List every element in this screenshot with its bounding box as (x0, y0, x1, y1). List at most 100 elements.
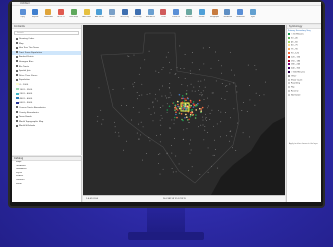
ribbon-button[interactable]: Download Map (236, 9, 245, 18)
ribbon-button[interactable]: Attributes (146, 9, 155, 18)
ribbon-button[interactable]: Basemap (69, 9, 78, 18)
map-point (191, 90, 193, 92)
map-point (193, 103, 195, 105)
map-canvas[interactable] (83, 25, 285, 195)
map-point (148, 108, 150, 110)
map-point (208, 47, 210, 48)
map-point (242, 132, 244, 134)
layer-checkbox[interactable] (16, 111, 18, 113)
layer-item[interactable]: World Hillshade (12, 124, 81, 129)
coordinate-icon (224, 9, 231, 15)
contents-title: Contents (12, 25, 81, 29)
layer-checkbox[interactable] (16, 42, 18, 45)
catalog-item[interactable]: Portal (12, 183, 81, 187)
ribbon-button-label: Add Preset (94, 16, 104, 18)
map-point (149, 140, 151, 142)
ribbon-button-label: Basemap (69, 16, 78, 18)
ribbon-button[interactable]: Locate (197, 9, 206, 18)
map-point (100, 109, 102, 111)
layer-checkbox[interactable] (16, 124, 18, 127)
map-point (101, 123, 103, 125)
map-point (203, 139, 205, 141)
select-location-icon (134, 9, 141, 15)
map-point (209, 113, 211, 115)
ribbon-button[interactable]: Select (108, 9, 117, 18)
coordinate-readout: 96.2381°W 29.5723°N (163, 198, 186, 200)
ribbon-button[interactable]: Bookmarks (44, 9, 53, 18)
symbology-class-row[interactable]: Normalize (287, 93, 321, 98)
map-point (138, 111, 140, 113)
ribbon-button[interactable]: Measure (184, 9, 193, 18)
ribbon-toolbar: Copy Explore BookmarksGo To XY Basemap Add D… (12, 6, 321, 24)
map-point (158, 72, 160, 73)
layer-checkbox[interactable] (16, 69, 18, 72)
symbology-class-label: > 300 Minutes (291, 71, 305, 74)
map-point (157, 162, 159, 164)
map-point (140, 121, 142, 123)
layer-label: Hex Trav Tim Texas (19, 47, 39, 50)
ribbon-button[interactable]: Zoom To (172, 9, 181, 18)
map-point (169, 96, 171, 98)
ribbon-button[interactable]: Add Preset (95, 9, 104, 18)
map-point (152, 120, 154, 122)
symbology-class-label: 60 - 75 (291, 44, 298, 47)
layer-checkbox[interactable] (16, 46, 18, 49)
map-point (230, 117, 232, 119)
contents-search-input[interactable]: Search (14, 31, 79, 35)
map-point (241, 110, 243, 111)
scale-readout[interactable]: 1:4,012,555 (86, 198, 98, 200)
map-point (173, 119, 175, 121)
ribbon-button[interactable]: Sync (248, 9, 257, 18)
map-point (184, 98, 186, 100)
symbology-class-label: 45 - 60 (291, 41, 298, 44)
map-point (200, 110, 202, 112)
map-point (197, 80, 199, 82)
map-point (171, 152, 173, 154)
ribbon-button[interactable]: Add Data (82, 9, 91, 18)
layer-checkbox[interactable] (16, 37, 18, 40)
map-point (189, 106, 192, 108)
symbology-pane: Symbology Primary Secondary Vary < 30 Mi… (286, 25, 321, 202)
layer-checkbox[interactable] (16, 55, 18, 58)
map-point (190, 101, 192, 103)
map-point (149, 93, 151, 95)
map-point (205, 118, 206, 120)
ribbon-button[interactable]: Infographics (210, 9, 219, 18)
catalog-list: Maps Toolboxes Databases Styles Folders Locat… (12, 161, 81, 186)
layer-label: Census Tracts Boundaries (19, 106, 46, 109)
map-point (175, 73, 177, 74)
map-point (170, 69, 172, 70)
ribbon-button[interactable]: Go To XY (56, 9, 65, 18)
ribbon-button[interactable]: Select By Attributes (120, 9, 129, 18)
layer-checkbox[interactable] (16, 74, 18, 77)
layer-checkbox[interactable] (16, 65, 18, 68)
map-point (221, 83, 223, 84)
map-point (187, 170, 189, 171)
map-point (191, 62, 193, 64)
map-view[interactable] (83, 25, 285, 195)
map-point (220, 136, 221, 138)
map-point (172, 171, 174, 173)
legend-swatch (16, 101, 19, 104)
ribbon-button[interactable]: Copy (18, 9, 27, 18)
symbology-class-label: Show Count (291, 79, 303, 82)
map-point (162, 105, 164, 107)
map-point (190, 72, 191, 74)
ribbon-button[interactable]: Explore (31, 9, 40, 18)
layer-checkbox[interactable] (16, 60, 18, 63)
symbol-swatch (288, 86, 290, 89)
layer-checkbox[interactable] (16, 78, 18, 81)
layer-checkbox[interactable] (16, 106, 18, 109)
ribbon-button-label: Explore (31, 16, 39, 18)
ribbon-button[interactable]: Select By Location (133, 9, 142, 18)
map-point (169, 127, 171, 129)
map-point (182, 106, 185, 108)
ribbon-button[interactable]: Coordinate Conversion (223, 9, 232, 18)
map-point (198, 69, 200, 71)
layer-checkbox[interactable] (16, 115, 18, 118)
ribbon-button[interactable]: Clear (159, 9, 168, 18)
layer-checkbox[interactable] (16, 51, 18, 54)
map-point (202, 90, 204, 92)
map-point (178, 93, 181, 96)
layer-checkbox[interactable] (16, 120, 18, 123)
